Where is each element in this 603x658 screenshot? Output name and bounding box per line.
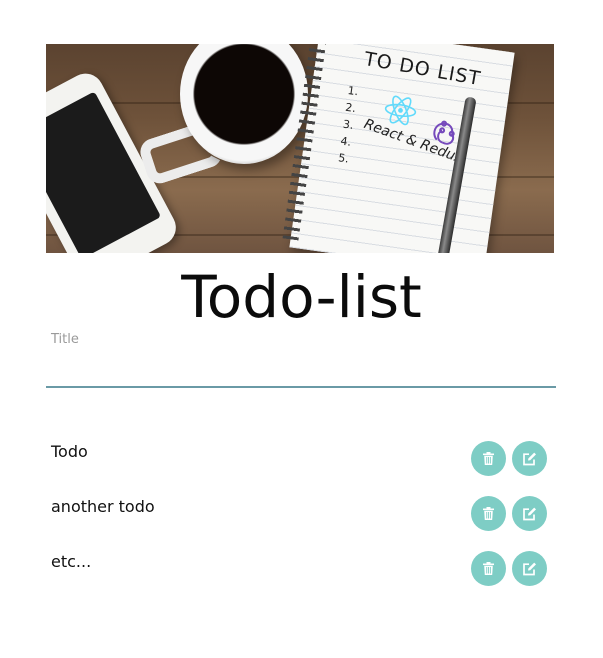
notebook: TO DO LIST 1. 2. 3. 4. 5. React & Redux	[282, 44, 515, 253]
react-logo-icon	[384, 95, 417, 126]
edit-icon	[523, 507, 536, 520]
todo-item: etc...	[46, 543, 556, 598]
edit-button[interactable]	[512, 551, 547, 586]
edit-button[interactable]	[512, 496, 547, 531]
notebook-numbers: 1. 2. 3. 4. 5.	[337, 83, 360, 166]
edit-button[interactable]	[512, 441, 547, 476]
title-label: Title	[51, 332, 79, 347]
title-input[interactable]	[46, 326, 556, 388]
todo-item: Todo	[46, 433, 556, 488]
trash-icon	[483, 452, 494, 465]
delete-button[interactable]	[471, 551, 506, 586]
todo-text: Todo	[51, 442, 88, 461]
trash-icon	[483, 562, 494, 575]
todo-item: another todo	[46, 488, 556, 543]
trash-icon	[483, 507, 494, 520]
edit-icon	[523, 452, 536, 465]
page-title: Todo-list	[181, 263, 422, 331]
edit-icon	[523, 562, 536, 575]
todo-list: Todo another todo etc...	[46, 433, 556, 598]
todo-text: etc...	[51, 552, 92, 571]
notebook-title: TO DO LIST	[362, 47, 483, 91]
delete-button[interactable]	[471, 496, 506, 531]
todo-text: another todo	[51, 497, 155, 516]
title-field: Title	[46, 326, 556, 391]
header-image: TO DO LIST 1. 2. 3. 4. 5. React & Redux	[46, 44, 554, 253]
delete-button[interactable]	[471, 441, 506, 476]
